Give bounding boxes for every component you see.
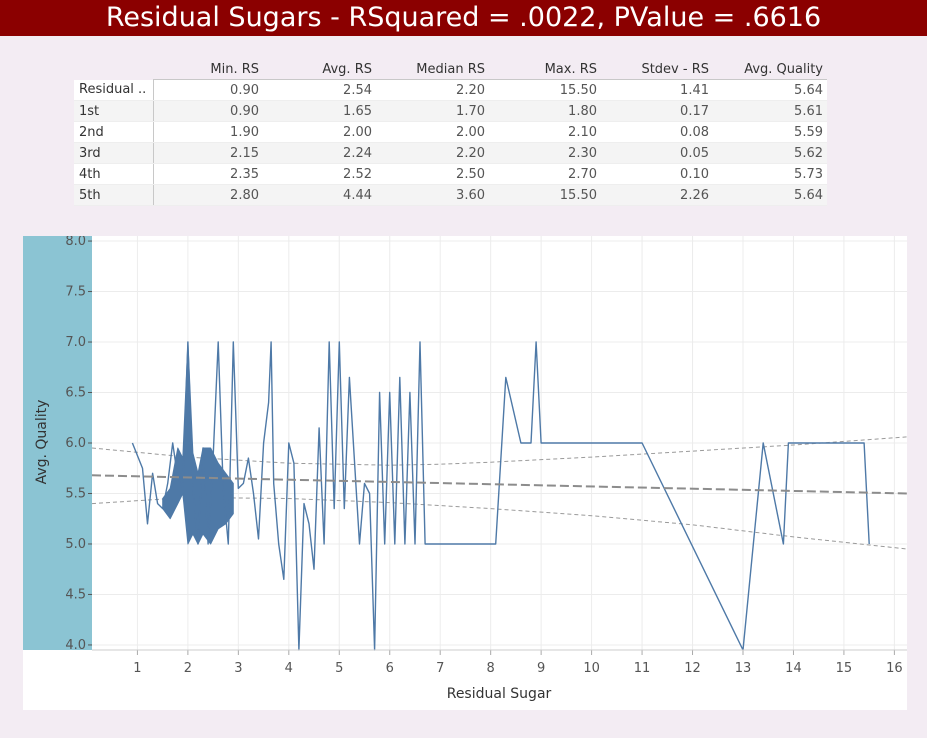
y-axis-label: Avg. Quality (34, 400, 50, 485)
table-header-row: Min. RS Avg. RS Median RS Max. RS Stdev … (74, 60, 827, 80)
table-cell: 5.73 (713, 163, 827, 185)
residual-sugar-chart: 1 2 3 4 5 6 7 8 9 10 11 12 13 14 15 16 8.07.57.06.56.05… (34, 236, 907, 702)
x-tick-label: 15 (836, 661, 853, 676)
row-label: 1st (74, 100, 154, 122)
table-cell: 2.24 (263, 142, 376, 164)
column-header: Stdev - RS (601, 60, 713, 80)
table-cell: 0.08 (601, 121, 713, 143)
x-tick-label: 11 (634, 661, 651, 676)
table-cell: 3.60 (376, 184, 489, 206)
x-tick-label: 9 (537, 661, 545, 676)
x-tick-label: 4 (285, 661, 293, 676)
x-tick-label: 12 (684, 661, 701, 676)
table-cell: 2.20 (376, 142, 489, 164)
table-cell: 2.54 (263, 79, 376, 101)
table-cell: 0.90 (153, 79, 263, 101)
column-header: Max. RS (489, 60, 601, 80)
table-row: Residual .. 0.90 2.54 2.20 15.50 1.41 5.… (74, 79, 827, 101)
table-row: 3rd 2.15 2.24 2.20 2.30 0.05 5.62 (74, 142, 827, 164)
row-label: 3rd (74, 142, 154, 164)
summary-table: Min. RS Avg. RS Median RS Max. RS Stdev … (74, 60, 827, 206)
x-axis-ticks: 1 2 3 4 5 6 7 8 9 10 11 12 13 14 15 16 (92, 649, 907, 676)
x-tick-label: 8 (487, 661, 495, 676)
table-cell: 0.90 (153, 100, 263, 122)
y-tick-label: 7.5 (65, 285, 86, 300)
table-cell: 2.30 (489, 142, 601, 164)
table-cell: 1.80 (489, 100, 601, 122)
x-tick-label: 3 (234, 661, 242, 676)
table-cell: 1.65 (263, 100, 376, 122)
series-layer (131, 341, 870, 651)
table-cell: 2.35 (153, 163, 263, 185)
table-cell: 1.41 (601, 79, 713, 101)
row-label: Residual .. (74, 79, 154, 101)
y-tick-label: 5.0 (65, 537, 86, 552)
x-tick-label: 14 (785, 661, 802, 676)
row-label: 2nd (74, 121, 154, 143)
x-tick-label: 1 (133, 661, 141, 676)
table-cell: 4.44 (263, 184, 376, 206)
table-cell: 2.80 (153, 184, 263, 206)
table-cell: 15.50 (489, 184, 601, 206)
table-cell: 1.70 (376, 100, 489, 122)
table-cell: 0.17 (601, 100, 713, 122)
chart-panel: 1 2 3 4 5 6 7 8 9 10 11 12 13 14 15 16 8.0 7.5 7.0 6.5 6.0 5… (23, 236, 907, 710)
table-row: 5th 2.80 4.44 3.60 15.50 2.26 5.64 (74, 184, 827, 206)
row-label: 5th (74, 184, 154, 206)
table-corner (74, 60, 153, 80)
x-axis-label: Residual Sugar (447, 686, 552, 702)
x-tick-label: 13 (735, 661, 752, 676)
table-cell: 1.90 (153, 121, 263, 143)
table-cell: 2.20 (376, 79, 489, 101)
table-cell: 2.70 (489, 163, 601, 185)
x-tick-label: 2 (184, 661, 192, 676)
table-cell: 2.00 (263, 121, 376, 143)
column-header: Avg. Quality (713, 60, 827, 80)
page-title: Residual Sugars - RSquared = .0022, PVal… (0, 0, 927, 36)
row-label: 4th (74, 163, 154, 185)
table-row: 2nd 1.90 2.00 2.00 2.10 0.08 5.59 (74, 121, 827, 143)
column-header: Avg. RS (263, 60, 376, 80)
column-header: Min. RS (153, 60, 263, 80)
table-row: 4th 2.35 2.52 2.50 2.70 0.10 5.73 (74, 163, 827, 185)
y-axis-ticks: 8.0 7.5 7.0 6.5 6.0 5.5 5.0 4.5 4.0 (65, 236, 92, 653)
x-tick-label: 7 (436, 661, 444, 676)
table-cell: 2.50 (376, 163, 489, 185)
x-tick-label: 10 (583, 661, 600, 676)
y-tick-label: 7.0 (65, 335, 86, 350)
y-tick-label: 6.5 (65, 386, 86, 401)
y-tick-label: 5.5 (65, 486, 86, 501)
table-cell: 2.10 (489, 121, 601, 143)
table-cell: 5.59 (713, 121, 827, 143)
y-tick-label: 4.0 (65, 638, 86, 653)
table-cell: 5.61 (713, 100, 827, 122)
y-tick-label: 8.0 (65, 236, 86, 249)
table-cell: 15.50 (489, 79, 601, 101)
series-line (131, 341, 870, 651)
x-tick-label: 6 (386, 661, 394, 676)
table-cell: 2.52 (263, 163, 376, 185)
y-tick-label: 6.0 (65, 436, 86, 451)
x-tick-label: 5 (335, 661, 343, 676)
table-cell: 0.10 (601, 163, 713, 185)
table-cell: 5.64 (713, 184, 827, 206)
table-cell: 5.62 (713, 142, 827, 164)
table-cell: 2.15 (153, 142, 263, 164)
table-cell: 2.00 (376, 121, 489, 143)
table-row: 1st 0.90 1.65 1.70 1.80 0.17 5.61 (74, 100, 827, 122)
column-header: Median RS (376, 60, 489, 80)
x-tick-label: 16 (886, 661, 903, 676)
table-cell: 0.05 (601, 142, 713, 164)
table-cell: 2.26 (601, 184, 713, 206)
y-tick-label: 4.5 (65, 587, 86, 602)
table-cell: 5.64 (713, 79, 827, 101)
